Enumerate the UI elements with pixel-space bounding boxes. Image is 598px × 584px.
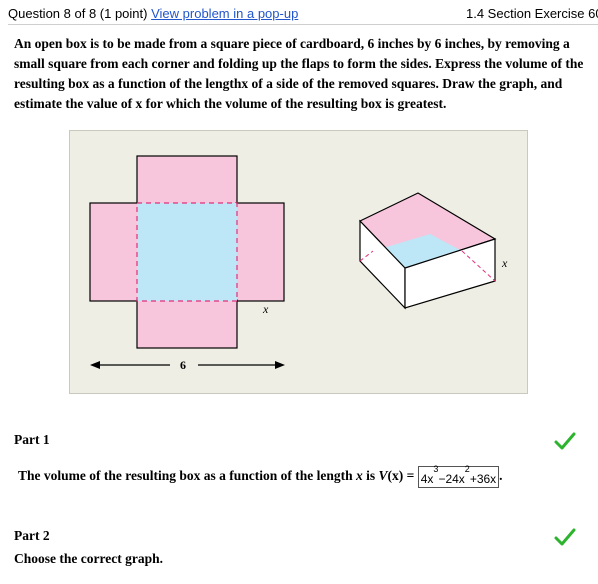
part1-var: x bbox=[356, 468, 363, 484]
part2-checkmark-icon bbox=[554, 528, 576, 546]
part1-prefix: The volume of the resulting box as a fun… bbox=[18, 468, 353, 484]
answer-term-3: +36x bbox=[469, 472, 497, 486]
dimension-label: 6 bbox=[180, 358, 186, 372]
answer-term-2: −24x bbox=[438, 472, 465, 486]
problem-statement: An open box is to be made from a square … bbox=[14, 36, 584, 111]
box-diagram: x 6 x bbox=[89, 155, 508, 372]
part1-title: Part 1 bbox=[14, 432, 50, 447]
dim-arrow-left-icon bbox=[90, 361, 100, 369]
right-flap bbox=[235, 202, 285, 302]
part1-question: The volume of the resulting box as a fun… bbox=[18, 464, 503, 488]
answer-exp-1: 3 bbox=[433, 464, 439, 474]
part1-period: . bbox=[499, 468, 503, 484]
popup-link[interactable]: View problem in a pop-up bbox=[151, 6, 298, 21]
answer-exp-2: 2 bbox=[464, 464, 470, 474]
part1-checkmark-icon bbox=[554, 432, 576, 450]
folded-box: x bbox=[358, 192, 508, 310]
part2-title: Part 2 bbox=[14, 528, 50, 543]
box-x-label: x bbox=[501, 256, 508, 270]
part1-answer-field[interactable]: 4x3−24x2+36x bbox=[417, 464, 500, 488]
question-header: Question 8 of 8 (1 point) View problem i… bbox=[8, 4, 598, 24]
header-divider bbox=[8, 24, 598, 25]
question-number: Question 8 of 8 (1 point) bbox=[8, 6, 148, 21]
bottom-flap bbox=[136, 299, 238, 349]
flat-net: x 6 bbox=[89, 155, 285, 372]
net-x-label: x bbox=[262, 302, 269, 316]
answer-term-1: 4x bbox=[420, 472, 434, 486]
dim-arrow-right-icon bbox=[275, 361, 285, 369]
part2-prompt: Choose the correct graph. bbox=[14, 551, 163, 566]
part1-func-arg: (x) = bbox=[387, 468, 415, 484]
question-label: Question 8 of 8 (1 point) View problem i… bbox=[8, 6, 298, 21]
box-figure: x 6 x bbox=[69, 130, 528, 394]
part1-func-name: V bbox=[378, 468, 388, 484]
top-flap bbox=[136, 155, 238, 205]
left-flap bbox=[89, 202, 139, 302]
section-label: 1.4 Section Exercise 60 bbox=[466, 6, 598, 21]
part1-is: is bbox=[366, 468, 376, 484]
base-square bbox=[137, 203, 237, 301]
